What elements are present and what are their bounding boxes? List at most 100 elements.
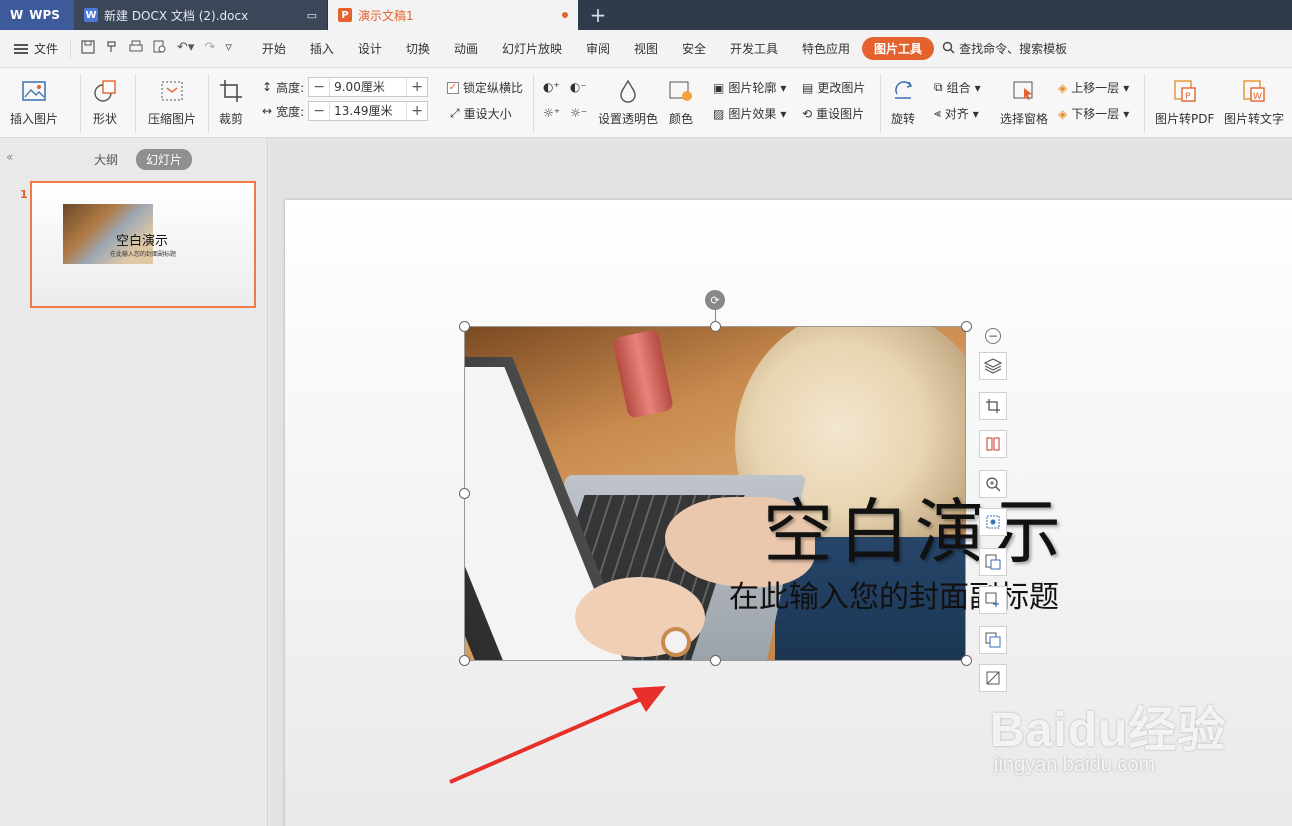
monitor-icon[interactable]: ▭	[307, 9, 317, 22]
quick-access-toolbar: ↶▾ ↷ ▿	[70, 39, 242, 58]
ribbon-separator	[1144, 74, 1145, 132]
picture-transparency-icon[interactable]	[979, 664, 1007, 692]
resize-handle-top-right[interactable]	[961, 321, 972, 332]
bring-forward-button[interactable]: ◈ 上移一层 ▾	[1058, 79, 1129, 96]
lock-aspect-ratio-checkbox[interactable]: ✓ 锁定纵横比	[447, 79, 523, 96]
decrease-brightness-icon[interactable]: ☼⁻	[570, 106, 587, 120]
format-painter-icon[interactable]	[105, 40, 119, 58]
width-icon: ↔	[262, 104, 273, 118]
picture-effect-button[interactable]: ▨ 图片效果 ▾	[713, 105, 786, 122]
lock-ratio-label: 锁定纵横比	[463, 81, 524, 95]
print-preview-icon[interactable]	[153, 40, 167, 58]
picture-to-word-icon[interactable]	[979, 548, 1007, 576]
resize-handle-bottom-right[interactable]	[961, 655, 972, 666]
set-transparent-color-button[interactable]: 设置透明色	[598, 78, 658, 127]
rotate-button[interactable]: 旋转	[890, 78, 916, 127]
increase-contrast-icon[interactable]: ◐⁺	[543, 80, 560, 94]
new-tab-button[interactable]: +	[578, 0, 618, 30]
change-picture-icon: ▤	[802, 80, 814, 95]
tab-docx-document[interactable]: W 新建 DOCX 文档 (2).docx ▭	[74, 0, 328, 30]
slide-subtitle[interactable]: 在此输入您的封面副标题	[729, 572, 1059, 616]
crop-button[interactable]: 裁剪	[218, 78, 244, 127]
layers-icon[interactable]	[979, 352, 1007, 380]
resize-handle-top[interactable]	[710, 321, 721, 332]
tab-slideshow[interactable]: 幻灯片放映	[490, 40, 574, 57]
reset-size-button[interactable]: ⤢ 重设大小	[450, 105, 512, 122]
tab-wps-home[interactable]: W WPS	[0, 0, 74, 30]
resize-handle-top-left[interactable]	[459, 321, 470, 332]
shape-button[interactable]: 形状	[92, 78, 118, 127]
search-icon	[942, 41, 955, 57]
rotation-handle-icon[interactable]: ⟳	[705, 290, 725, 310]
tab-home[interactable]: 开始	[250, 40, 298, 57]
slide-thumbnail[interactable]: 空白演示 在此输入您的封面副标题	[30, 181, 256, 308]
file-menu-label: 文件	[34, 42, 59, 56]
height-stepper[interactable]: − 9.00厘米 +	[308, 77, 429, 97]
increase-brightness-icon[interactable]: ☼⁺	[543, 106, 560, 120]
picture-to-pdf-button[interactable]: P 图片转PDF	[1155, 78, 1214, 127]
width-stepper[interactable]: − 13.49厘米 +	[308, 101, 429, 121]
width-value[interactable]: 13.49厘米	[329, 102, 408, 120]
tab-design[interactable]: 设计	[346, 40, 394, 57]
picture-to-text-button[interactable]: W 图片转文字	[1224, 78, 1284, 127]
tab-view[interactable]: 视图	[622, 40, 670, 57]
insert-picture-button[interactable]: 插入图片	[10, 78, 58, 127]
selection-pane-button[interactable]: 选择窗格	[1000, 78, 1048, 127]
resize-handle-bottom-left[interactable]	[459, 655, 470, 666]
tab-special-features[interactable]: 特色应用	[790, 40, 862, 57]
command-search[interactable]: 查找命令、搜索模板	[934, 40, 1067, 57]
picture-add-icon[interactable]	[979, 586, 1007, 614]
collapse-panel-icon[interactable]: «	[6, 150, 13, 164]
tab-review[interactable]: 审阅	[574, 40, 622, 57]
pdf-icon: P	[1172, 78, 1198, 104]
resize-handle-left[interactable]	[459, 488, 470, 499]
group-button[interactable]: ⧉ 组合 ▾	[934, 79, 981, 96]
width-decrease-button[interactable]: −	[309, 102, 329, 120]
panel-tabs: 大纲 幻灯片	[84, 149, 193, 170]
tab-outline[interactable]: 大纲	[84, 149, 128, 170]
title-bar: W WPS W 新建 DOCX 文档 (2).docx ▭ P 演示文稿1 +	[0, 0, 1292, 30]
send-backward-button[interactable]: ◈ 下移一层 ▾	[1058, 105, 1129, 122]
wps-logo-icon: W	[10, 8, 24, 22]
resize-handle-bottom[interactable]	[710, 655, 721, 666]
redo-icon[interactable]: ↷	[204, 40, 215, 58]
picture-frame-icon[interactable]	[979, 508, 1007, 536]
change-picture-button[interactable]: ▤ 更改图片	[802, 79, 865, 96]
rotate-label: 旋转	[890, 112, 915, 126]
height-value[interactable]: 9.00厘米	[329, 78, 408, 96]
decrease-contrast-icon[interactable]: ◐⁻	[570, 80, 587, 94]
compress-picture-button[interactable]: 压缩图片	[148, 78, 196, 127]
customize-toolbar-icon[interactable]: ▿	[225, 40, 232, 58]
replace-picture-icon[interactable]	[979, 626, 1007, 654]
picture-content	[661, 627, 691, 657]
slide-title[interactable]: 空白演示	[763, 476, 1067, 577]
tab-transitions[interactable]: 切换	[394, 40, 442, 57]
tab-insert[interactable]: 插入	[298, 40, 346, 57]
tab-security[interactable]: 安全	[670, 40, 718, 57]
reset-size-icon: ⤢	[450, 106, 460, 120]
tab-animations[interactable]: 动画	[442, 40, 490, 57]
tab-developer[interactable]: 开发工具	[718, 40, 790, 57]
align-label: 对齐	[944, 107, 969, 121]
color-button[interactable]: 颜色	[668, 78, 694, 127]
print-icon[interactable]	[129, 40, 143, 58]
tab-presentation[interactable]: P 演示文稿1	[328, 0, 578, 30]
picture-outline-button[interactable]: ▣ 图片轮廓 ▾	[713, 79, 786, 96]
height-increase-button[interactable]: +	[407, 78, 427, 96]
save-icon[interactable]	[81, 39, 95, 58]
width-label: 宽度:	[276, 104, 305, 119]
undo-icon[interactable]: ↶▾	[177, 40, 194, 58]
picture-split-icon[interactable]	[979, 430, 1007, 458]
width-increase-button[interactable]: +	[407, 102, 427, 120]
dropdown-arrow-icon: ▾	[1123, 106, 1130, 121]
tab-picture-tools[interactable]: 图片工具	[862, 37, 935, 60]
align-button[interactable]: ⫷ 对齐 ▾	[934, 105, 979, 122]
zoom-in-icon[interactable]	[979, 470, 1007, 498]
collapse-toolbar-icon[interactable]: −	[985, 328, 1001, 344]
tab-slides[interactable]: 幻灯片	[136, 149, 193, 170]
crop-tool-icon[interactable]	[979, 392, 1007, 420]
height-decrease-button[interactable]: −	[309, 78, 329, 96]
bring-forward-icon: ◈	[1058, 80, 1068, 95]
reset-picture-button[interactable]: ⟲ 重设图片	[802, 105, 864, 122]
file-menu-button[interactable]: 文件	[10, 40, 66, 57]
